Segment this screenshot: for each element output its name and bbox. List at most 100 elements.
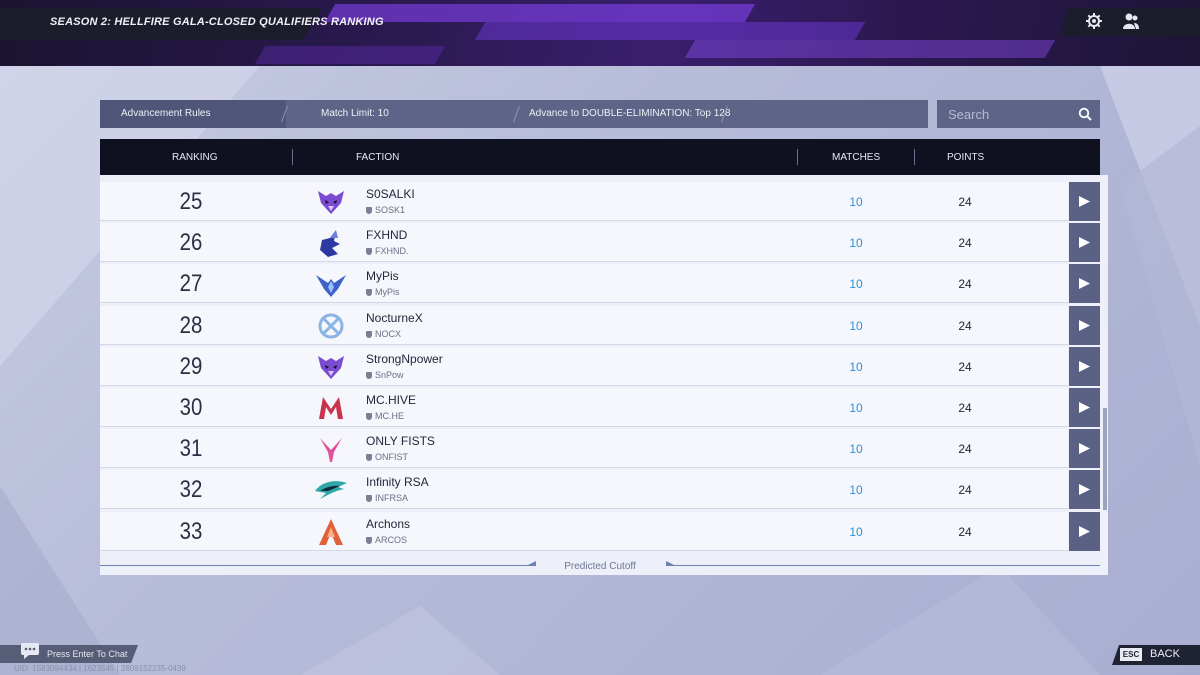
ranking-table: 25 S0SALKI SOSK1 10 24 26 FXHND FXHND. 1… <box>100 175 1108 575</box>
row-expand-button[interactable] <box>1069 346 1100 386</box>
rank-number: 29 <box>179 352 203 380</box>
play-arrow-icon <box>1079 484 1090 496</box>
uid-text: UID: 1583094434 | 1623545 | 2809152235-0… <box>14 664 186 673</box>
faction-logo-icon <box>314 517 348 547</box>
faction-name: NocturneX <box>366 310 423 325</box>
matches-value: 10 <box>849 442 863 457</box>
faction-tag: MC.HE <box>366 411 404 421</box>
table-row[interactable]: 33 Archons ARCOS 10 24 <box>100 511 1068 551</box>
points-value: 24 <box>958 236 972 251</box>
faction-name: ONLY FISTS <box>366 434 435 449</box>
play-arrow-icon <box>1079 196 1090 207</box>
search-box <box>937 100 1100 128</box>
shield-icon <box>366 495 372 503</box>
chat-prompt: Press Enter To Chat <box>47 649 128 659</box>
row-expand-button[interactable] <box>1069 223 1100 263</box>
predicted-cutoff: Predicted Cutoff <box>100 557 1100 575</box>
faction-logo-icon <box>314 434 348 464</box>
faction-name: Infinity RSA <box>366 475 429 490</box>
table-row[interactable]: 25 S0SALKI SOSK1 10 24 <box>100 182 1068 221</box>
column-ranking: RANKING <box>172 152 218 163</box>
points-value: 24 <box>958 195 972 209</box>
play-arrow-icon <box>1079 360 1090 372</box>
row-expand-button[interactable] <box>1069 511 1100 551</box>
row-expand-button[interactable] <box>1069 182 1100 221</box>
column-matches: MATCHES <box>832 152 881 163</box>
gear-icon[interactable] <box>1085 12 1103 30</box>
faction-name: StrongNpower <box>366 351 443 366</box>
row-expand-button[interactable] <box>1069 470 1100 510</box>
rank-number: 26 <box>179 229 203 257</box>
matches-value: 10 <box>849 318 863 333</box>
table-row[interactable]: 28 NocturneX NOCX 10 24 <box>100 305 1068 345</box>
play-arrow-icon <box>1079 443 1090 455</box>
back-label[interactable]: BACK <box>1150 648 1180 660</box>
row-expand-button[interactable] <box>1069 264 1100 304</box>
column-faction: FACTION <box>356 152 400 163</box>
page-title: SEASON 2: HELLFIRE GALA-CLOSED QUALIFIER… <box>50 16 384 28</box>
row-expand-button[interactable] <box>1069 388 1100 427</box>
matches-value: 10 <box>849 524 863 539</box>
advance-rule-label: Advance to DOUBLE-ELIMINATION: Top 128 <box>529 108 731 119</box>
table-row[interactable]: 30 MC.HIVE MC.HE 10 24 <box>100 388 1068 427</box>
faction-tag: MyPis <box>366 287 400 297</box>
faction-name: S0SALKI <box>366 187 415 201</box>
matches-value: 10 <box>849 236 863 251</box>
faction-logo-icon <box>314 352 348 382</box>
table-row[interactable]: 32 Infinity RSA INFRSA 10 24 <box>100 470 1068 510</box>
advancement-rules-label: Advancement Rules <box>121 108 211 119</box>
faction-tag: SOSK1 <box>366 205 405 215</box>
shield-icon <box>366 330 372 338</box>
shield-icon <box>366 289 372 297</box>
play-arrow-icon <box>1079 402 1090 413</box>
faction-logo-icon <box>314 269 348 299</box>
faction-logo-icon <box>314 475 348 505</box>
shield-icon <box>366 454 372 462</box>
faction-name: MyPis <box>366 269 399 284</box>
shield-icon <box>366 207 372 214</box>
points-value: 24 <box>958 401 972 415</box>
table-header: RANKING FACTION MATCHES POINTS <box>100 139 1100 175</box>
matches-value: 10 <box>849 359 863 374</box>
faction-logo-icon <box>314 228 348 258</box>
faction-tag: INFRSA <box>366 493 408 503</box>
rank-number: 28 <box>179 311 203 339</box>
faction-logo-icon <box>314 311 348 341</box>
points-value: 24 <box>958 318 972 333</box>
play-arrow-icon <box>1079 319 1090 331</box>
rank-number: 32 <box>179 476 203 504</box>
points-value: 24 <box>958 359 972 374</box>
table-row[interactable]: 27 MyPis MyPis 10 24 <box>100 264 1068 304</box>
search-input[interactable] <box>937 100 1077 128</box>
predicted-cutoff-label: Predicted Cutoff <box>564 561 636 572</box>
faction-tag: SnPow <box>366 370 404 380</box>
table-row[interactable]: 31 ONLY FISTS ONFIST 10 24 <box>100 429 1068 469</box>
row-expand-button[interactable] <box>1069 429 1100 469</box>
scrollbar[interactable] <box>1103 408 1107 510</box>
shield-icon <box>366 536 372 544</box>
faction-tag: ARCOS <box>366 535 407 545</box>
table-row[interactable]: 29 StrongNpower SnPow 10 24 <box>100 346 1068 386</box>
faction-name: MC.HIVE <box>366 393 417 407</box>
matches-value: 10 <box>849 401 863 415</box>
points-value: 24 <box>958 277 972 292</box>
rank-number: 25 <box>179 188 203 215</box>
faction-tag: ONFIST <box>366 452 408 462</box>
column-points: POINTS <box>947 152 985 163</box>
matches-value: 10 <box>849 483 863 498</box>
search-icon[interactable] <box>1078 107 1092 121</box>
matches-value: 10 <box>849 195 863 209</box>
friends-icon[interactable] <box>1122 12 1140 30</box>
rank-number: 31 <box>179 435 203 463</box>
chat-icon <box>21 643 39 659</box>
rank-number: 27 <box>179 270 203 298</box>
faction-name: FXHND <box>366 228 408 243</box>
advancement-rules-bar: Advancement Rules Match Limit: 10 Advanc… <box>100 100 928 128</box>
faction-name: Archons <box>366 516 411 531</box>
play-arrow-icon <box>1079 237 1090 249</box>
points-value: 24 <box>958 524 972 539</box>
table-row[interactable]: 26 FXHND FXHND. 10 24 <box>100 223 1068 263</box>
shield-icon <box>366 413 372 420</box>
row-expand-button[interactable] <box>1069 305 1100 345</box>
points-value: 24 <box>958 483 972 498</box>
